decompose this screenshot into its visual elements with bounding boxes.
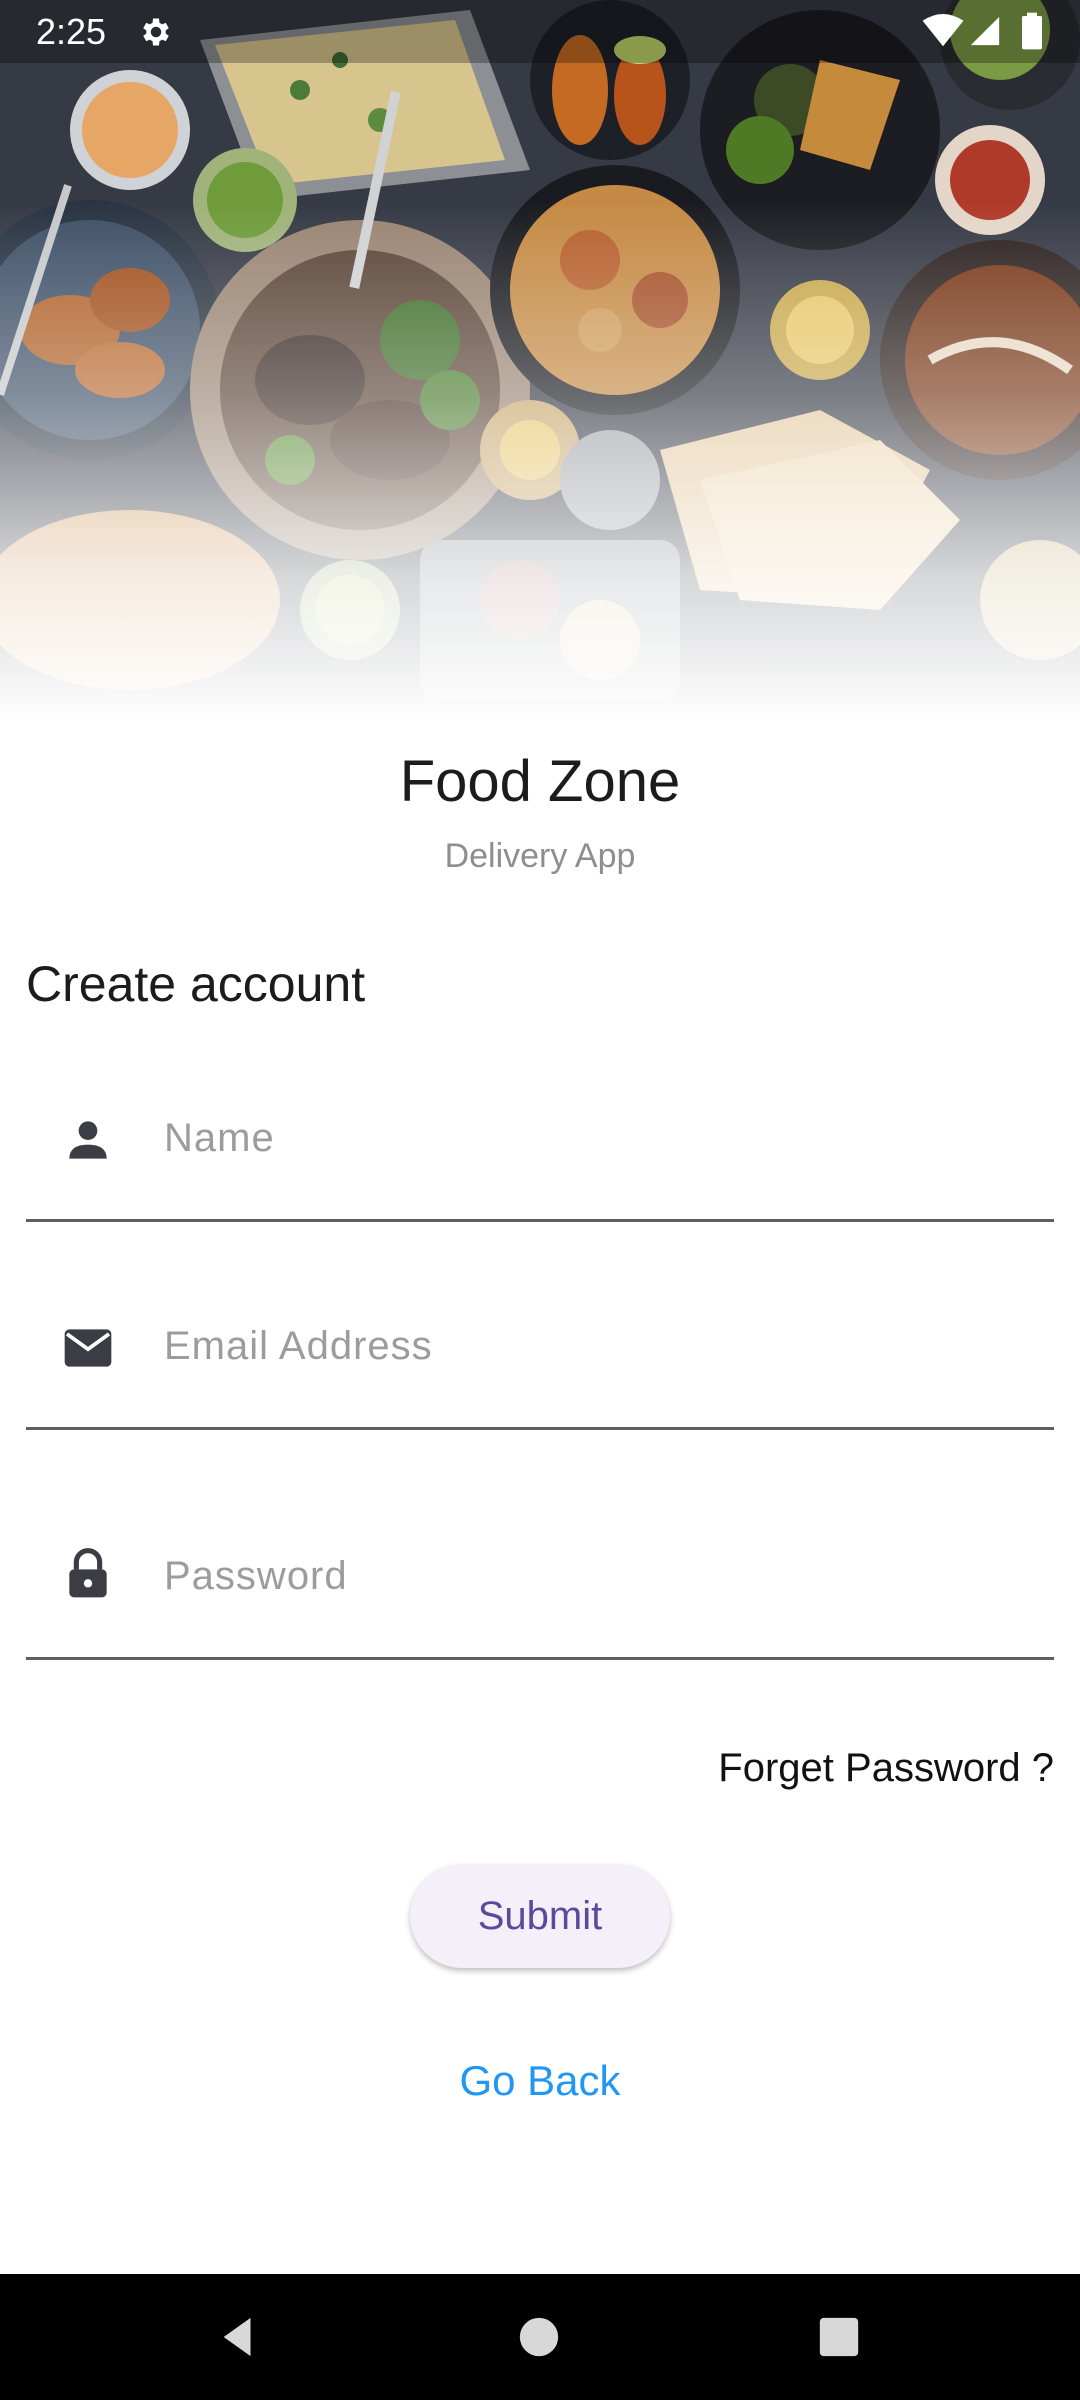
- app-title: Food Zone: [399, 749, 681, 814]
- mail-icon: [64, 1329, 112, 1367]
- navigation-bar: [0, 2274, 1080, 2400]
- hero-fade-overlay: [0, 0, 1080, 720]
- name-underline: [26, 1219, 1054, 1222]
- lock-icon: [69, 1548, 107, 1598]
- battery-icon: [1022, 12, 1042, 50]
- email-input[interactable]: [164, 1316, 1044, 1376]
- email-underline: [26, 1427, 1054, 1430]
- recents-square-icon[interactable]: [816, 2314, 862, 2360]
- forgot-password-link[interactable]: Forget Password ?: [718, 1744, 1054, 1792]
- name-input[interactable]: [164, 1108, 1044, 1168]
- status-time: 2:25: [36, 11, 107, 52]
- hero-food-image: [0, 0, 1080, 720]
- password-field: [26, 1502, 1054, 1660]
- person-icon: [69, 1121, 107, 1159]
- status-bar: 2:25: [0, 0, 1080, 63]
- home-circle-icon[interactable]: [516, 2314, 562, 2360]
- screen: 2:25 Food Zone Delivery App Create accou…: [0, 0, 1080, 2400]
- gear-icon: [143, 18, 169, 46]
- create-account-heading: Create account: [26, 956, 366, 1012]
- go-back-link[interactable]: Go Back: [0, 2056, 1080, 2106]
- email-field: [26, 1300, 1054, 1430]
- submit-button[interactable]: Submit: [410, 1864, 670, 1968]
- password-input[interactable]: [164, 1546, 1044, 1606]
- signal-icon: [970, 16, 1000, 46]
- password-underline: [26, 1657, 1054, 1660]
- app-subtitle: Delivery App: [444, 837, 636, 875]
- back-triangle-icon[interactable]: [216, 2314, 262, 2360]
- name-field: [26, 1092, 1054, 1222]
- wifi-icon: [922, 14, 964, 47]
